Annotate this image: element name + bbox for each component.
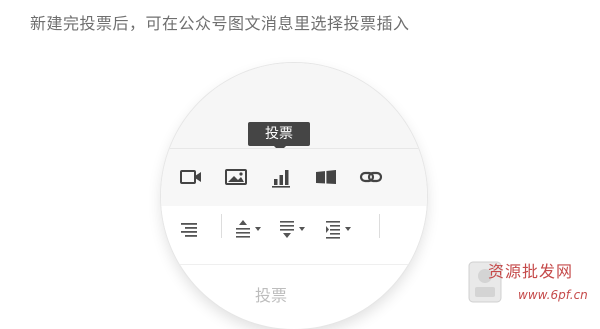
format-toolbar (161, 206, 427, 265)
spacing-after-icon (280, 221, 294, 238)
link-button[interactable] (357, 163, 385, 191)
video-icon (180, 170, 201, 184)
caption-text: 新建完投票后，可在公众号图文消息里选择投票插入 (30, 14, 410, 33)
partial-text: 投票 (255, 286, 288, 305)
insert-toolbar (161, 148, 427, 208)
toolbar-divider (221, 214, 222, 238)
video-button[interactable] (177, 163, 205, 191)
card-button[interactable] (312, 163, 340, 191)
caret-down-icon (345, 227, 351, 231)
caret-down-icon (255, 227, 261, 231)
watermark-url: www.6pf.cn (518, 288, 588, 302)
poll-button[interactable] (267, 163, 295, 191)
spacing-after-dropdown[interactable] (277, 218, 315, 238)
spacing-before-dropdown[interactable] (233, 218, 271, 238)
link-icon (359, 171, 383, 183)
align-right-icon (181, 223, 197, 237)
watermark-text: 资源批发网 (488, 262, 574, 281)
watermark: 资源批发网 www.6pf.cn (466, 254, 598, 312)
toolbar-divider (379, 214, 380, 238)
align-right-button[interactable] (175, 216, 203, 244)
poll-tooltip: 投票 (248, 122, 310, 152)
poll-icon (272, 170, 290, 188)
magnifier-circle: 投票 投票 (161, 63, 427, 329)
caret-down-icon (299, 227, 305, 231)
card-icon (316, 170, 336, 184)
spacing-before-icon (236, 220, 250, 238)
image-button[interactable] (222, 163, 250, 191)
line-height-icon (326, 221, 340, 239)
line-height-dropdown[interactable] (323, 218, 361, 239)
image-icon (225, 169, 247, 185)
